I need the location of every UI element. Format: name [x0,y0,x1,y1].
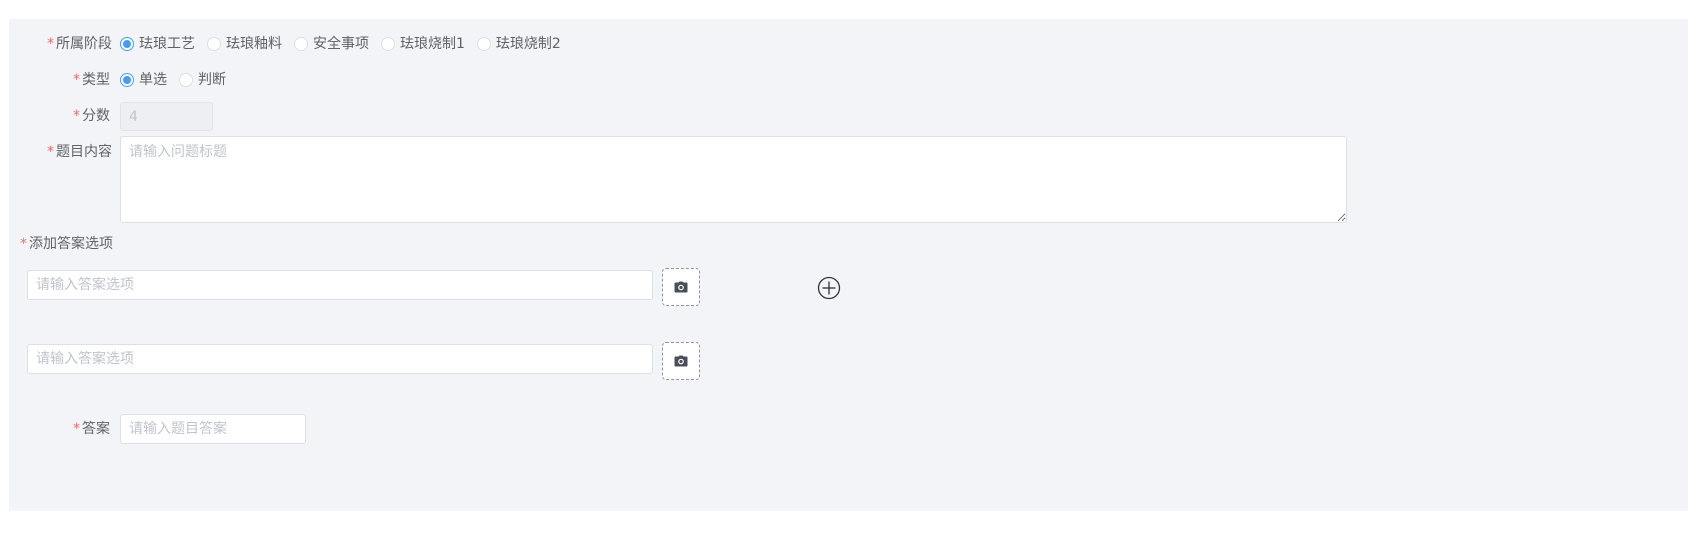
required-mark: * [73,108,80,124]
radio-icon [381,37,395,51]
radio-checked-icon [120,73,134,87]
radio-icon [476,37,491,51]
answer-label: * 答案 [73,421,110,437]
required-mark: * [20,236,27,252]
answer-option-input-1[interactable] [27,270,653,300]
option-image-upload-1[interactable] [662,268,700,306]
type-option-single[interactable]: 单选 [120,71,167,89]
radio-icon [179,73,193,87]
stage-option-firing-2[interactable]: 珐琅烧制2 [476,35,561,53]
answer-option-input-2[interactable] [27,344,653,374]
required-mark: * [47,144,54,160]
content-textarea[interactable] [120,136,1347,223]
stage-label: * 所属阶段 [47,36,112,52]
type-label: * 类型 [73,72,110,88]
question-form-panel: * 所属阶段 珐琅工艺 珐琅釉料 安全事项 珐琅烧制1 珐琅烧制2 * 类型 单选 [9,19,1688,511]
type-radio-group: 单选 判断 [120,71,238,89]
camera-icon [674,278,688,297]
add-option-button[interactable] [817,276,841,300]
stage-option-enamel-glaze[interactable]: 珐琅釉料 [207,35,282,53]
stage-option-safety[interactable]: 安全事项 [294,35,369,53]
type-option-judge[interactable]: 判断 [179,71,226,89]
stage-radio-group: 珐琅工艺 珐琅釉料 安全事项 珐琅烧制1 珐琅烧制2 [120,35,573,53]
content-label: * 题目内容 [47,144,112,160]
camera-icon [674,352,688,371]
answer-input[interactable] [120,414,306,444]
required-mark: * [73,421,80,437]
option-image-upload-2[interactable] [662,342,700,380]
radio-icon [294,37,308,51]
required-mark: * [47,36,54,52]
plus-circle-icon [817,276,841,304]
radio-checked-icon [120,37,134,51]
stage-option-firing-1[interactable]: 珐琅烧制1 [381,35,465,53]
score-input [120,102,213,131]
score-label: * 分数 [73,108,110,124]
radio-icon [207,37,221,51]
stage-option-enamel-craft[interactable]: 珐琅工艺 [120,35,195,53]
required-mark: * [73,72,80,88]
options-section-label: * 添加答案选项 [20,236,113,252]
